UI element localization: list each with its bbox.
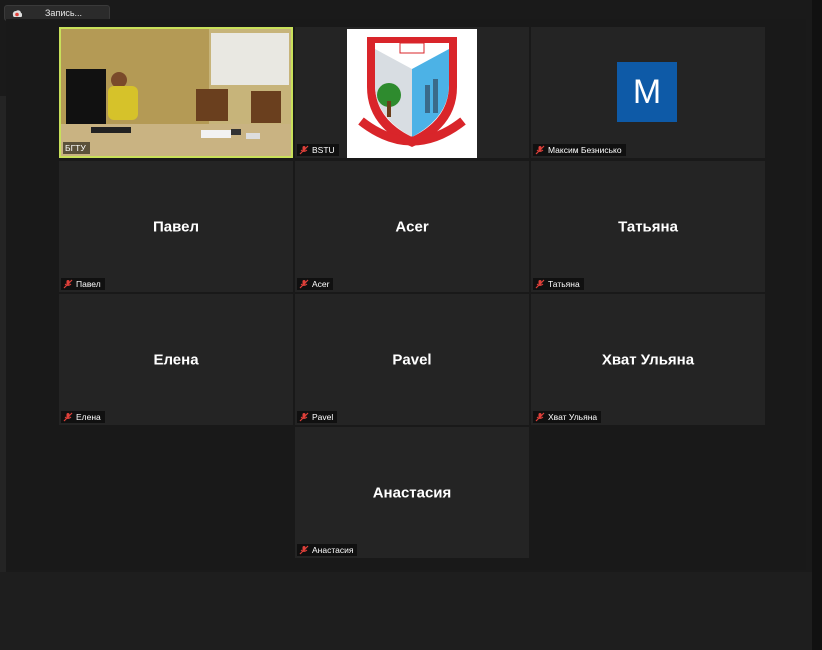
muted-mic-icon [299, 145, 309, 155]
display-name: Хват Ульяна [601, 351, 695, 368]
participant-name: BSTU [312, 145, 335, 155]
participant-name: Максим Безнисько [548, 145, 622, 155]
participant-name: Acer [312, 279, 330, 289]
nameplate: BSTU [297, 144, 339, 156]
nameplate: Хват Ульяна [533, 411, 602, 423]
nameplate: Елена [61, 411, 105, 423]
university-logo [347, 29, 477, 158]
gallery-view: БГТУ BSTU M Максим Безнисько Павел Павел… [6, 19, 806, 570]
participant-tile-pavel-latin[interactable]: Pavel Pavel [295, 294, 529, 425]
nameplate: Татьяна [533, 278, 584, 290]
nameplate: Pavel [297, 411, 338, 423]
participant-name: БГТУ [65, 143, 86, 153]
display-name: Татьяна [618, 218, 678, 235]
display-name: Анастасия [372, 484, 452, 501]
participant-name: Елена [76, 412, 101, 422]
participant-name: Анастасия [312, 545, 354, 555]
muted-mic-icon [535, 412, 545, 422]
participant-tile-bgtu[interactable]: БГТУ [59, 27, 293, 158]
participant-tile-elena[interactable]: Елена Елена [59, 294, 293, 425]
participant-name: Павел [76, 279, 101, 289]
muted-mic-icon [63, 279, 73, 289]
muted-mic-icon [299, 279, 309, 289]
muted-mic-icon [535, 279, 545, 289]
participant-tile-bstu[interactable]: BSTU [295, 27, 529, 158]
participant-name: Pavel [312, 412, 334, 422]
nameplate: Максим Безнисько [533, 144, 626, 156]
participant-name: Татьяна [548, 279, 580, 289]
scrollbar-track[interactable] [812, 0, 822, 650]
muted-mic-icon [535, 145, 545, 155]
participant-tile-maksim[interactable]: M Максим Безнисько [531, 27, 765, 158]
participant-tile-pavel[interactable]: Павел Павел [59, 161, 293, 292]
muted-mic-icon [299, 545, 309, 555]
participant-tile-khvat[interactable]: Хват Ульяна Хват Ульяна [531, 294, 765, 425]
record-icon [9, 6, 23, 20]
nameplate: Анастасия [297, 544, 358, 556]
avatar: M [617, 62, 677, 122]
display-name: Acer [395, 218, 429, 235]
bottom-panel [0, 572, 812, 650]
video-feed [61, 29, 291, 156]
participant-tile-tatyana[interactable]: Татьяна Татьяна [531, 161, 765, 292]
muted-mic-icon [63, 412, 73, 422]
nameplate: БГТУ [63, 142, 90, 154]
display-name: Павел [152, 218, 200, 235]
participant-name: Хват Ульяна [548, 412, 598, 422]
recording-label: Запись... [45, 8, 83, 18]
participant-tile-anastasia[interactable]: Анастасия Анастасия [295, 427, 529, 558]
nameplate: Acer [297, 278, 334, 290]
display-name: Елена [153, 351, 199, 368]
muted-mic-icon [299, 412, 309, 422]
display-name: Pavel [392, 351, 432, 368]
nameplate: Павел [61, 278, 105, 290]
participant-tile-acer[interactable]: Acer Acer [295, 161, 529, 292]
